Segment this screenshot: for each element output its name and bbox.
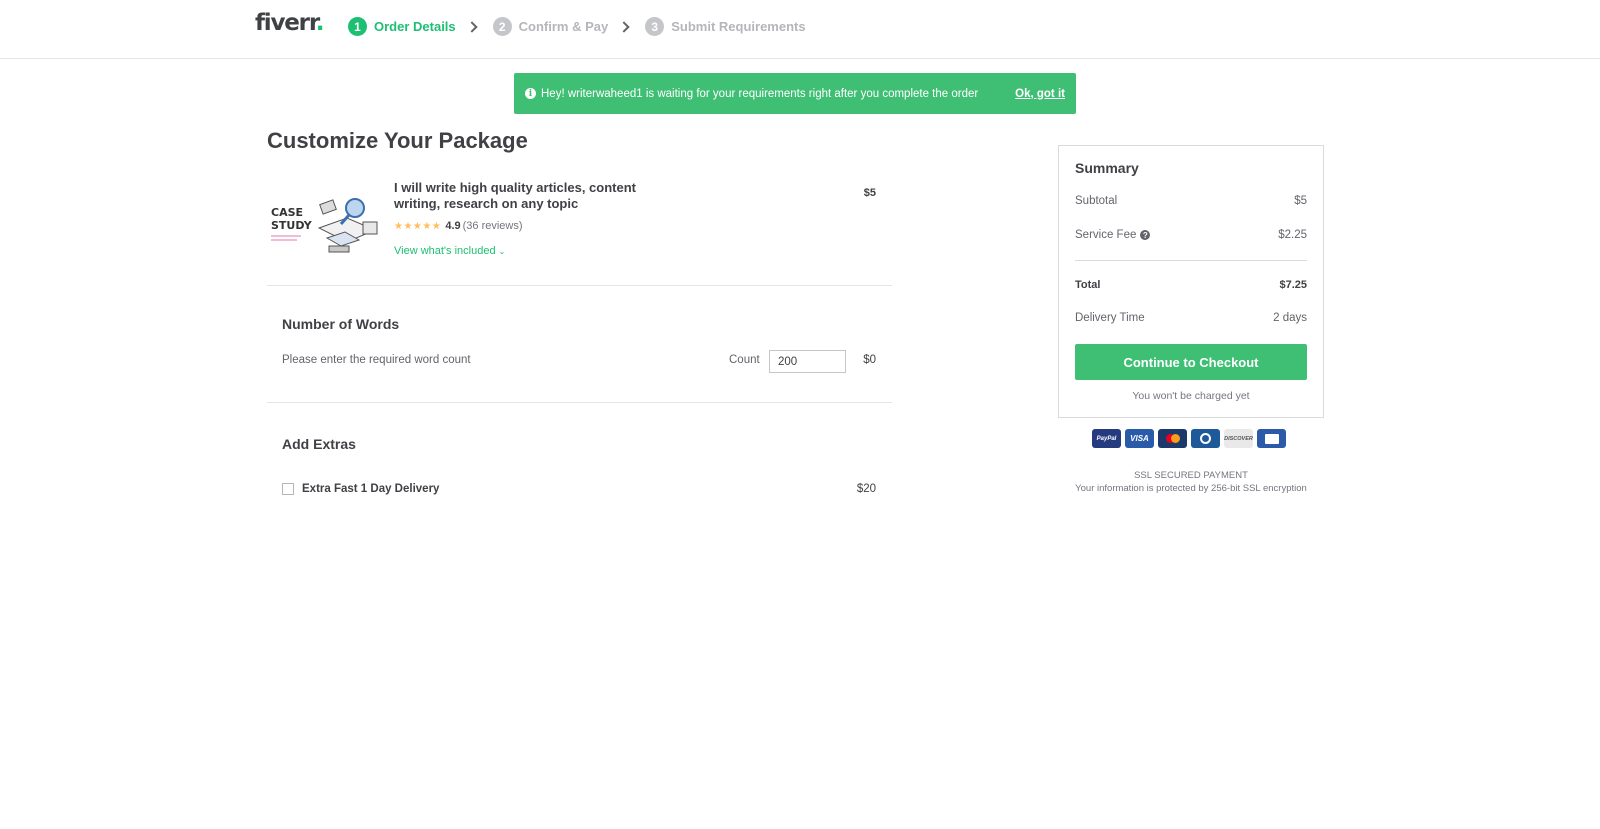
chevron-right-icon xyxy=(618,20,630,33)
chevron-right-icon xyxy=(465,20,478,33)
not-charged-note: You won't be charged yet xyxy=(1132,390,1250,402)
step-number: 3 xyxy=(645,17,665,36)
review-count: (36 reviews) xyxy=(462,220,523,232)
gig-title[interactable]: I will write high quality articles, cont… xyxy=(394,180,644,212)
total-label: Total xyxy=(1075,279,1101,291)
ssl-title: SSL SECURED PAYMENT xyxy=(1134,470,1248,481)
top-header: fiverr. 1 Order Details 2 Confirm & Pay … xyxy=(0,0,1600,59)
count-label: Count xyxy=(729,354,760,366)
page-title: Customize Your Package xyxy=(267,128,528,153)
gig-price: $5 xyxy=(863,187,876,199)
step-label: Submit Requirements xyxy=(671,19,806,34)
service-fee-label: Service Fee xyxy=(1075,229,1137,241)
number-of-words-section: Number of Words Please enter the require… xyxy=(267,286,892,403)
mastercard-icon xyxy=(1158,429,1187,448)
total-row: Total $7.25 xyxy=(1075,279,1307,291)
rating-value: 4.9 xyxy=(445,220,461,232)
service-fee-row: Service Fee? $2.25 xyxy=(1075,229,1307,241)
section-title: Add Extras xyxy=(282,436,356,452)
ok-got-it-link[interactable]: Ok, got it xyxy=(1015,88,1065,100)
word-count-input[interactable] xyxy=(769,350,846,373)
gig-card: CASE STUDY I will write high quality art… xyxy=(267,176,892,286)
fiverr-logo[interactable]: fiverr. xyxy=(255,10,324,36)
total-value: $7.25 xyxy=(1279,279,1307,291)
view-whats-included-link[interactable]: View what's included ⌄ xyxy=(394,245,505,257)
info-icon: i xyxy=(525,88,536,99)
continue-to-checkout-button[interactable]: Continue to Checkout xyxy=(1075,344,1307,380)
step-order-details: 1 Order Details xyxy=(348,17,456,36)
order-summary: Summary Subtotal $5 Service Fee? $2.25 T… xyxy=(1058,145,1324,418)
delivery-time-row: Delivery Time 2 days xyxy=(1075,312,1307,324)
star-icons: ★★★★★ xyxy=(394,220,442,232)
extra-price: $20 xyxy=(856,483,876,495)
ssl-subtitle: Your information is protected by 256-bit… xyxy=(1075,483,1307,494)
step-confirm-pay: 2 Confirm & Pay xyxy=(492,17,609,36)
paypal-icon: PayPal xyxy=(1092,429,1121,448)
delivery-time-label: Delivery Time xyxy=(1075,312,1145,324)
discover-icon: DISCOVER xyxy=(1224,429,1253,448)
banner-message: Hey! writerwaheed1 is waiting for your r… xyxy=(541,87,979,100)
subtotal-label: Subtotal xyxy=(1075,195,1118,207)
step-label: Order Details xyxy=(374,19,456,34)
ssl-notice: SSL SECURED PAYMENT Your information is … xyxy=(1058,469,1324,495)
svg-text:CASE: CASE xyxy=(271,206,303,219)
word-count-description: Please enter the required word count xyxy=(282,354,471,366)
subtotal-row: Subtotal $5 xyxy=(1075,195,1307,207)
requirements-banner: i Hey! writerwaheed1 is waiting for your… xyxy=(514,73,1076,114)
add-extras-section: Add Extras Extra Fast 1 Day Delivery $20 xyxy=(267,403,892,513)
summary-divider xyxy=(1075,260,1307,261)
checkout-steps: 1 Order Details 2 Confirm & Pay 3 Submit… xyxy=(348,17,806,36)
delivery-time-value: 2 days xyxy=(1273,312,1307,324)
visa-icon: VISA xyxy=(1125,429,1154,448)
chevron-down-icon: ⌄ xyxy=(498,247,506,256)
subtotal-value: $5 xyxy=(1294,195,1307,207)
summary-title: Summary xyxy=(1075,160,1139,176)
svg-text:STUDY: STUDY xyxy=(271,219,313,232)
extra-label[interactable]: Extra Fast 1 Day Delivery xyxy=(302,483,857,495)
step-submit-requirements: 3 Submit Requirements xyxy=(645,17,806,36)
gig-rating: ★★★★★ 4.9 (36 reviews) xyxy=(394,220,523,232)
section-title: Number of Words xyxy=(282,316,400,332)
extra-item: Extra Fast 1 Day Delivery $20 xyxy=(282,483,876,495)
step-number: 1 xyxy=(348,17,367,36)
extra-fast-delivery-checkbox[interactable] xyxy=(282,483,294,495)
step-number: 2 xyxy=(492,17,512,36)
jcb-icon xyxy=(1257,429,1286,448)
words-price: $0 xyxy=(863,354,876,366)
service-fee-value: $2.25 xyxy=(1278,229,1307,241)
step-label: Confirm & Pay xyxy=(518,19,609,34)
gig-thumbnail: CASE STUDY xyxy=(267,188,382,256)
payment-methods: PayPal VISA DISCOVER xyxy=(1092,429,1286,448)
question-icon[interactable]: ? xyxy=(1140,230,1151,240)
diners-club-icon xyxy=(1191,429,1220,448)
